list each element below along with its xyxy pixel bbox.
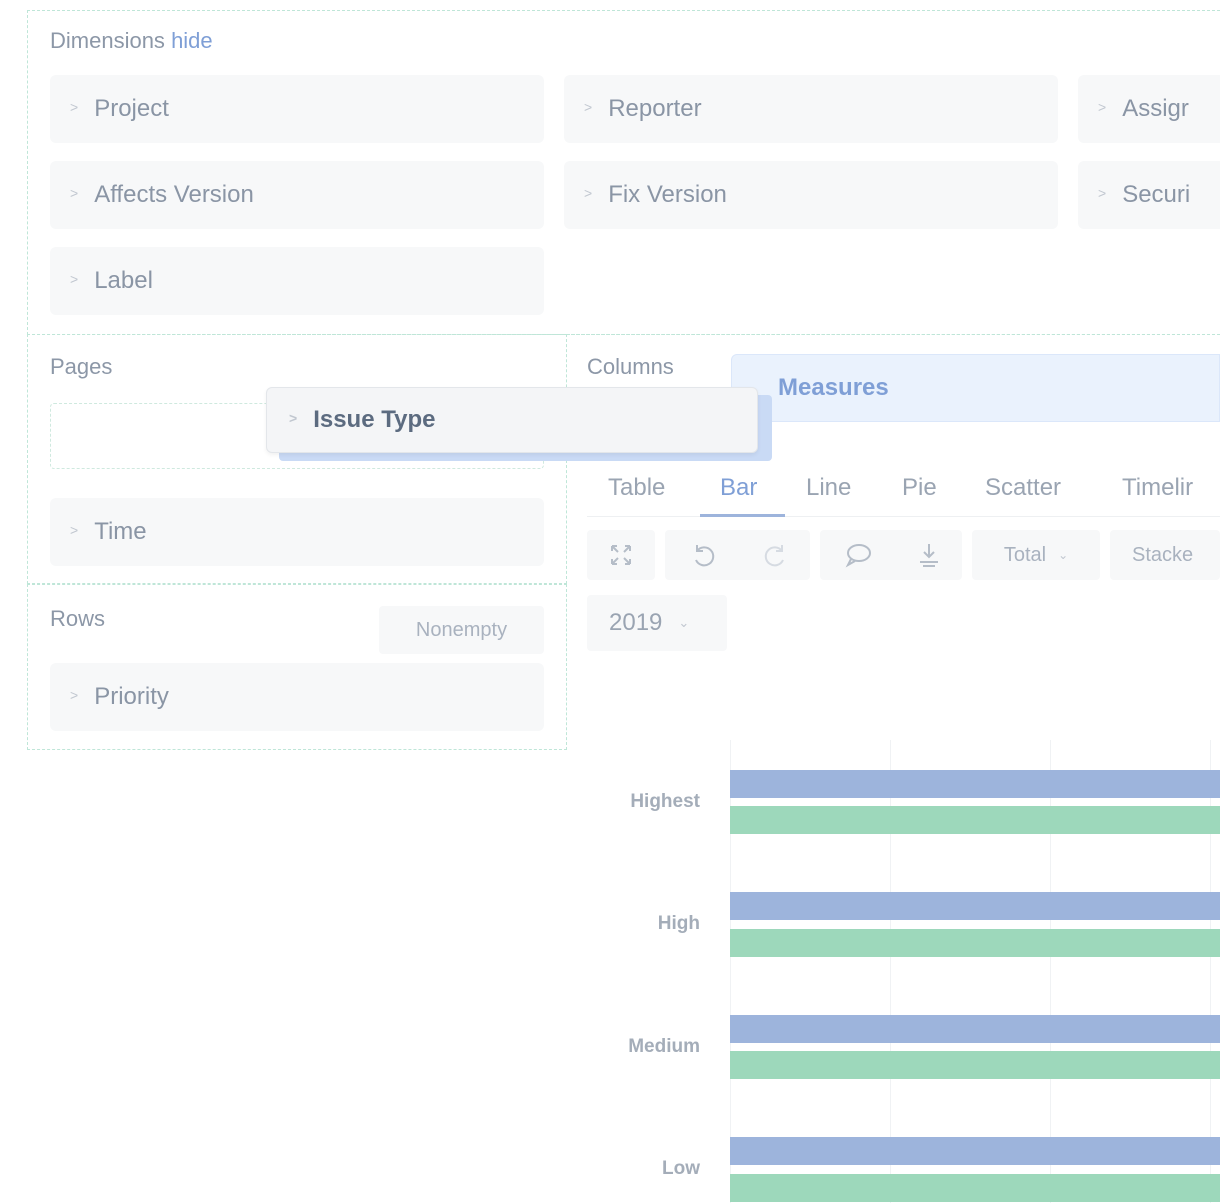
rows-item-priority[interactable]: > Priority <box>50 663 544 731</box>
chevron-right-icon: > <box>70 687 79 703</box>
bar-series1-high <box>730 892 1220 920</box>
nonempty-button[interactable]: Nonempty <box>379 606 544 654</box>
bar-series1-highest <box>730 770 1220 798</box>
year-select[interactable]: 2019 ⌄ <box>587 595 727 651</box>
dimension-item-label[interactable]: > Label <box>50 247 544 315</box>
redo-icon <box>764 545 784 567</box>
pages-label: Pages <box>50 354 113 379</box>
bar-series2-low <box>730 1174 1220 1202</box>
chevron-right-icon: > <box>70 271 79 287</box>
bar-series1-low <box>730 1137 1220 1165</box>
tab-line[interactable]: Line <box>806 474 851 502</box>
undo-icon <box>695 545 715 567</box>
y-tick-label: High <box>657 913 700 934</box>
chevron-right-icon: > <box>70 185 79 201</box>
dimension-item-assignee[interactable]: > Assigr <box>1078 75 1220 143</box>
download-button[interactable] <box>896 530 962 580</box>
chevron-down-icon: ⌄ <box>1058 548 1069 562</box>
comment-button[interactable] <box>820 530 896 580</box>
chevron-right-icon: > <box>70 99 79 115</box>
y-tick-label: Low <box>662 1158 700 1179</box>
dimension-item-project[interactable]: > Project <box>50 75 544 143</box>
chevron-right-icon: > <box>289 410 298 426</box>
annotation-group <box>820 530 962 580</box>
tab-bar[interactable]: Bar <box>720 474 757 502</box>
tab-pie[interactable]: Pie <box>902 474 937 502</box>
tab-scatter[interactable]: Scatter <box>985 474 1061 502</box>
fullscreen-group <box>587 530 655 580</box>
chevron-down-icon: ⌄ <box>678 615 690 630</box>
hide-link[interactable]: hide <box>171 28 213 53</box>
columns-label: Columns <box>587 354 674 379</box>
chevron-right-icon: > <box>1098 185 1107 201</box>
stacked-dropdown[interactable]: Stacke <box>1110 530 1220 580</box>
y-tick-label: Medium <box>628 1036 700 1057</box>
bar-series2-highest <box>730 806 1220 834</box>
total-dropdown[interactable]: Total ⌄ <box>972 530 1100 580</box>
dimensions-label: Dimensions hide <box>50 28 213 53</box>
chevron-right-icon: > <box>584 99 593 115</box>
bar-series2-medium <box>730 1051 1220 1079</box>
bar-series2-high <box>730 929 1220 957</box>
fullscreen-icon <box>611 545 631 565</box>
dimension-item-reporter[interactable]: > Reporter <box>564 75 1058 143</box>
fullscreen-button[interactable] <box>587 530 655 580</box>
pages-item-time[interactable]: > Time <box>50 498 544 566</box>
chevron-right-icon: > <box>584 185 593 201</box>
chevron-right-icon: > <box>70 522 79 538</box>
chart-tabs-underline <box>587 516 1220 517</box>
y-tick-label: Highest <box>630 791 700 812</box>
dragged-item-issue-type[interactable]: > Issue Type <box>266 387 758 453</box>
chevron-right-icon: > <box>1098 99 1107 115</box>
bar-series1-medium <box>730 1015 1220 1043</box>
rows-label: Rows <box>50 606 106 631</box>
dimension-item-security[interactable]: > Securi <box>1078 161 1220 229</box>
tab-table[interactable]: Table <box>608 474 665 502</box>
dimension-item-affects-version[interactable]: > Affects Version <box>50 161 544 229</box>
tab-timeline[interactable]: Timelir <box>1122 474 1220 502</box>
undo-button[interactable] <box>665 530 741 580</box>
tab-bar-active-indicator <box>700 514 785 517</box>
download-icon <box>920 544 938 567</box>
dimension-item-fix-version[interactable]: > Fix Version <box>564 161 1058 229</box>
history-group <box>665 530 810 580</box>
comment-icon <box>845 544 871 568</box>
columns-item-measures[interactable]: Measures <box>731 354 1220 422</box>
redo-button[interactable] <box>741 530 810 580</box>
